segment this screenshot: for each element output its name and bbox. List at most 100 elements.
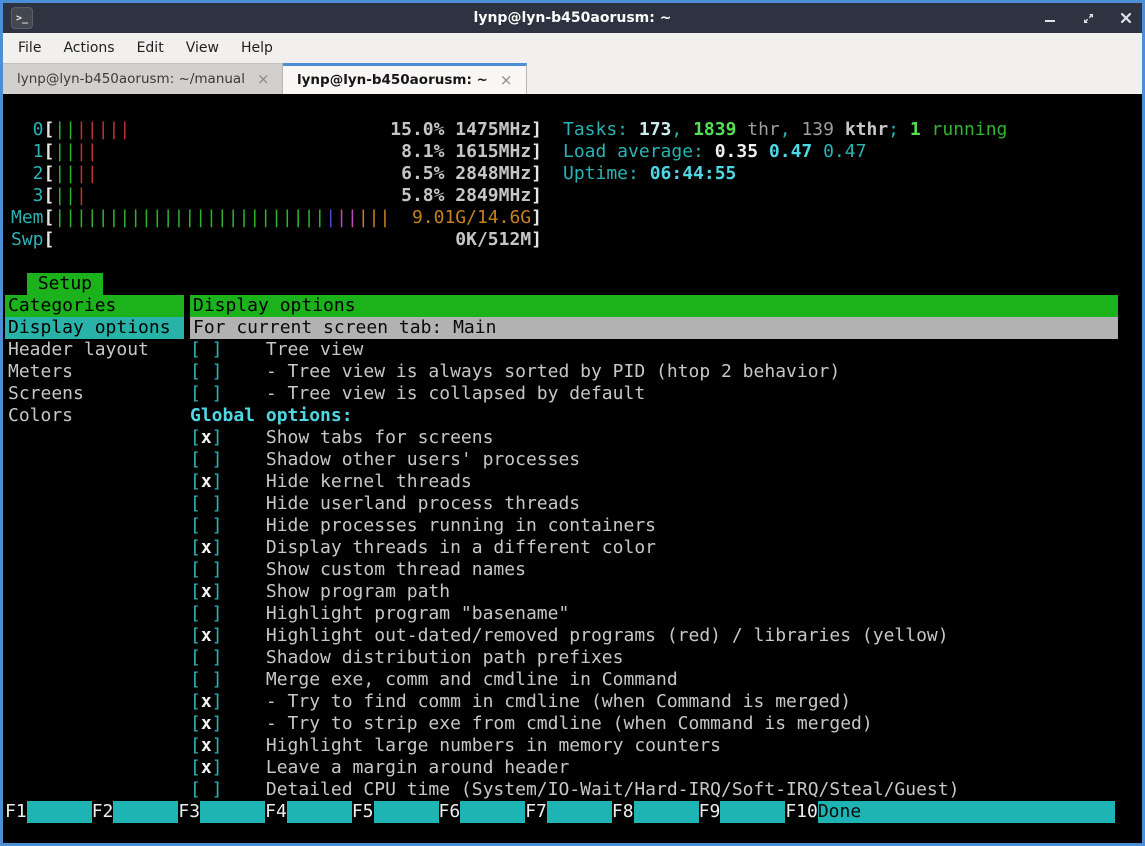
checkbox[interactable]: [ ] xyxy=(190,779,223,800)
option-row[interactable]: [ ]Hide userland process threads xyxy=(190,493,1118,515)
checkbox-mark xyxy=(201,493,212,515)
checkbox[interactable]: [ ] xyxy=(190,515,223,536)
option-label: Shadow distribution path prefixes xyxy=(266,647,624,668)
checkbox[interactable]: [ ] xyxy=(190,559,223,580)
category-item-colors[interactable]: Colors xyxy=(5,405,184,427)
checkbox[interactable]: [x] xyxy=(190,713,223,734)
menu-item-edit[interactable]: Edit xyxy=(126,37,175,59)
fkey-f1-label[interactable] xyxy=(27,801,92,823)
checkbox[interactable]: [ ] xyxy=(190,449,223,470)
option-label: Highlight out-dated/removed programs (re… xyxy=(266,625,949,646)
fkey-f4[interactable]: F4 xyxy=(265,801,287,823)
menu-item-actions[interactable]: Actions xyxy=(52,37,125,59)
info-segment: , xyxy=(671,119,693,140)
option-row[interactable]: [ ]- Tree view is always sorted by PID (… xyxy=(190,361,1118,383)
cpu1-meter-row: 1[||||8.1% 1615MHz] xyxy=(11,141,542,163)
option-row[interactable]: [ ]Show custom thread names xyxy=(190,559,1118,581)
option-row[interactable]: [ ]Hide processes running in containers xyxy=(190,515,1118,537)
option-row[interactable]: [x]Show program path xyxy=(190,581,1118,603)
option-row[interactable]: [x]Show tabs for screens xyxy=(190,427,1118,449)
setup-screen-tab[interactable]: Setup xyxy=(27,273,103,295)
checkbox[interactable]: [x] xyxy=(190,757,223,778)
option-row[interactable]: [ ]Tree view xyxy=(190,339,1118,361)
checkbox[interactable]: [x] xyxy=(190,625,223,646)
checkbox[interactable]: [ ] xyxy=(190,361,223,382)
meter-value: 15.0% 1475MHz xyxy=(390,119,531,141)
cpu2-meter-row: 2[||||6.5% 2848MHz] xyxy=(11,163,542,185)
option-row[interactable]: [ ]- Tree view is collapsed by default xyxy=(190,383,1118,405)
checkbox[interactable]: [x] xyxy=(190,691,223,712)
checkbox[interactable]: [x] xyxy=(190,427,223,448)
fkey-f7-label[interactable] xyxy=(547,801,612,823)
fkey-f3[interactable]: F3 xyxy=(178,801,200,823)
checkbox[interactable]: [ ] xyxy=(190,339,223,360)
option-row[interactable]: [x]- Try to find comm in cmdline (when C… xyxy=(190,691,1118,713)
tab-label: lynp@lyn-b450aorusm: ~ xyxy=(297,72,488,88)
fkey-f10-label[interactable]: Done xyxy=(818,801,1115,823)
fkey-f5[interactable]: F5 xyxy=(352,801,374,823)
fkey-f7[interactable]: F7 xyxy=(525,801,547,823)
option-row[interactable]: [ ]Shadow other users' processes xyxy=(190,449,1118,471)
category-item-display-options[interactable]: Display options xyxy=(5,317,184,339)
menu-item-view[interactable]: View xyxy=(175,37,230,59)
checkbox[interactable]: [x] xyxy=(190,581,223,602)
fkey-f8[interactable]: F8 xyxy=(612,801,634,823)
checkbox-open-bracket: [ xyxy=(190,735,201,756)
menu-item-help[interactable]: Help xyxy=(230,37,284,59)
fkey-f9-label[interactable] xyxy=(720,801,785,823)
menu-item-file[interactable]: File xyxy=(7,37,52,59)
terminal-tab-1[interactable]: lynp@lyn-b450aorusm: ~/manual× xyxy=(3,63,283,94)
checkbox-open-bracket: [ xyxy=(190,669,201,690)
option-row[interactable]: [x]Display threads in a different color xyxy=(190,537,1118,559)
checkbox-mark: x xyxy=(201,735,212,757)
fkey-f3-label[interactable] xyxy=(200,801,265,823)
fkey-f6-label[interactable] xyxy=(460,801,525,823)
function-key-bar: F1 F2 F3 F4 F5 F6 F7 F8 F9 F10Done xyxy=(5,801,1115,823)
fkey-f10[interactable]: F10 xyxy=(785,801,818,823)
fkey-f2-label[interactable] xyxy=(113,801,178,823)
checkbox[interactable]: [x] xyxy=(190,537,223,558)
option-row[interactable]: [ ]Highlight program "basename" xyxy=(190,603,1118,625)
checkbox-mark: x xyxy=(201,713,212,735)
checkbox[interactable]: [x] xyxy=(190,471,223,492)
fkey-f1[interactable]: F1 xyxy=(5,801,27,823)
info-segment: Uptime: xyxy=(563,163,650,184)
maximize-button[interactable] xyxy=(1080,10,1096,26)
checkbox-close-bracket: ] xyxy=(212,493,223,514)
option-row[interactable]: [ ]Merge exe, comm and cmdline in Comman… xyxy=(190,669,1118,691)
option-label: Leave a margin around header xyxy=(266,757,569,778)
tab-close-icon[interactable]: × xyxy=(257,70,270,88)
load-average-line: Load average: 0.35 0.47 0.47 xyxy=(563,141,1007,163)
checkbox[interactable]: [ ] xyxy=(190,383,223,404)
checkbox-open-bracket: [ xyxy=(190,515,201,536)
minimize-button[interactable] xyxy=(1042,10,1058,26)
terminal-tab-2[interactable]: lynp@lyn-b450aorusm: ~ × xyxy=(283,63,527,94)
fkey-f6[interactable]: F6 xyxy=(439,801,461,823)
fkey-f9[interactable]: F9 xyxy=(699,801,721,823)
fkey-f5-label[interactable] xyxy=(374,801,439,823)
option-row[interactable]: [x] Hide kernel threads xyxy=(190,471,1118,493)
checkbox[interactable]: [x] xyxy=(190,735,223,756)
fkey-f4-label[interactable] xyxy=(287,801,352,823)
option-row[interactable]: [ ] Shadow distribution path prefixes xyxy=(190,647,1118,669)
checkbox-mark xyxy=(201,669,212,691)
option-row[interactable]: [ ]Detailed CPU time (System/IO-Wait/Har… xyxy=(190,779,1118,801)
option-row[interactable]: [x] Highlight out-dated/removed programs … xyxy=(190,625,1118,647)
info-segment: 139 xyxy=(801,119,834,140)
checkbox[interactable]: [ ] xyxy=(190,603,223,624)
fkey-f8-label[interactable] xyxy=(634,801,699,823)
category-item-meters[interactable]: Meters xyxy=(5,361,184,383)
category-item-header-layout[interactable]: Header layout xyxy=(5,339,184,361)
close-button[interactable] xyxy=(1118,10,1134,26)
option-row[interactable]: [x]Highlight large numbers in memory cou… xyxy=(190,735,1118,757)
fkey-f2[interactable]: F2 xyxy=(92,801,114,823)
meter-bar: ||||8.1% 1615MHz xyxy=(54,141,531,163)
checkbox[interactable]: [ ] xyxy=(190,669,223,690)
option-row[interactable]: [x]- Try to strip exe from cmdline (when… xyxy=(190,713,1118,735)
category-item-screens[interactable]: Screens xyxy=(5,383,184,405)
checkbox[interactable]: [ ] xyxy=(190,647,223,668)
option-label: Hide kernel threads xyxy=(266,471,472,492)
option-row[interactable]: [x] Leave a margin around header xyxy=(190,757,1118,779)
checkbox[interactable]: [ ] xyxy=(190,493,223,514)
tab-close-icon[interactable]: × xyxy=(500,71,513,89)
